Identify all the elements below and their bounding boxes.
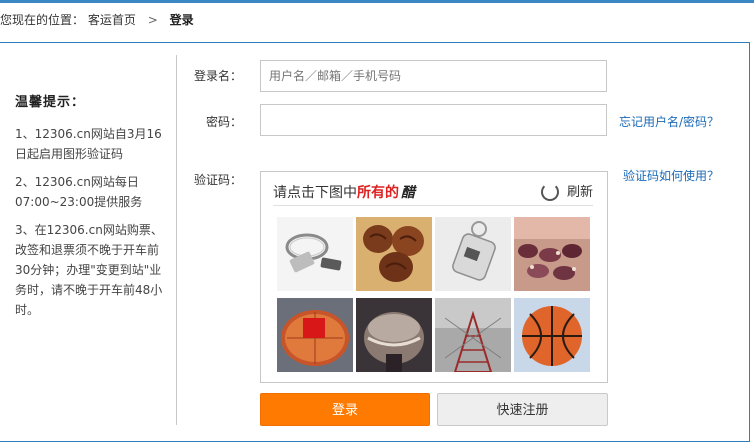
captcha-label: 验证码： [193,173,242,187]
refresh-label: 刷新 [566,185,593,200]
tip-item: 3、在12306.cn网站购票、改签和退票须不晚于开车前30分钟；办理"变更到站… [15,223,163,317]
top-accent-bar [0,0,754,3]
password-input[interactable] [260,104,607,136]
forgot-password-link[interactable]: 忘记用户名/密码？ [619,113,719,130]
captcha-prompt-prefix: 请点击下图中 [273,185,357,201]
captcha-tile-dome-building[interactable] [356,298,432,372]
usb-key-icon [435,217,511,291]
login-panel: 温馨提示： 1、12306.cn网站自3月16日起启用图形验证码 2、12306… [0,42,750,442]
username-label: 登录名： [193,69,242,83]
captcha-tile-key-ring[interactable] [277,217,353,291]
captcha-tile-tower-structure[interactable] [435,298,511,372]
captcha-header: 请点击下图中所有的醋 刷新 [273,182,593,206]
captcha-help-link[interactable]: 验证码如何使用？ [623,167,719,184]
captcha-tile-basketball[interactable] [514,298,590,372]
key-ring-icon [277,217,353,291]
breadcrumb-separator: > [147,13,158,27]
basketball-icon [514,298,590,372]
username-input[interactable] [260,60,607,92]
breadcrumb: 您现在的位置： 客运首页 > 登录 [0,10,194,30]
captcha-tile-walnut[interactable] [356,217,432,291]
breadcrumb-current: 登录 [169,13,194,27]
captcha-box: 请点击下图中所有的醋 刷新 [260,171,608,383]
vinegar-lantern-icon [277,298,353,372]
tips-title: 温馨提示： [15,95,86,110]
tower-structure-icon [435,298,511,372]
vertical-divider [176,55,177,425]
password-label: 密码： [205,115,242,129]
walnut-icon [356,217,432,291]
home-link[interactable]: 客运首页 [88,13,136,27]
captcha-prompt: 请点击下图中所有的醋 [273,182,415,204]
location-prefix: 您现在的位置： [0,13,85,27]
captcha-prompt-highlight: 所有的 [357,185,399,201]
quick-register-button[interactable]: 快速注册 [437,393,608,426]
tip-item: 1、12306.cn网站自3月16日起启用图形验证码 [15,127,162,161]
refresh-icon [540,182,559,201]
candy-icon [514,217,590,291]
tip-item: 2、12306.cn网站每日07:00~23:00提供服务 [15,175,143,209]
dome-building-icon [356,298,432,372]
captcha-target-word: 醋 [401,185,415,201]
captcha-tile-candy[interactable] [514,217,590,291]
captcha-tile-usb-key[interactable] [435,217,511,291]
login-button[interactable]: 登录 [260,393,430,426]
tips-section: 温馨提示： 1、12306.cn网站自3月16日起启用图形验证码 2、12306… [15,91,165,328]
captcha-refresh-button[interactable]: 刷新 [540,182,593,204]
captcha-tile-vinegar-lantern[interactable] [277,298,353,372]
